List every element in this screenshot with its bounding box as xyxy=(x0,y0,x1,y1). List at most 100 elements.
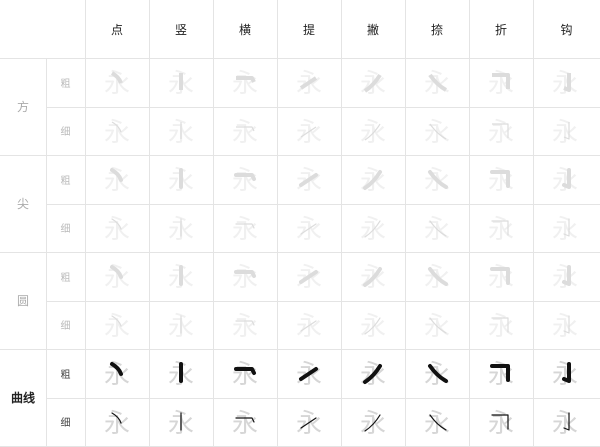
stroke-sample-cell[interactable]: 永 xyxy=(341,107,405,156)
stroke-sample: 永 xyxy=(488,69,514,99)
stroke-sample-cell[interactable]: 永 xyxy=(533,204,597,253)
stroke-sample: 永 xyxy=(232,360,258,390)
stroke-sample-cell[interactable]: 永 xyxy=(85,204,149,253)
stroke-sample-cell[interactable]: 永 xyxy=(149,301,213,350)
stroke-sample: 永 xyxy=(552,118,578,148)
stroke-sample-cell[interactable]: 永 xyxy=(213,349,277,398)
stroke-sample-cell[interactable]: 永 xyxy=(341,58,405,107)
stroke-sample-cell[interactable]: 永 xyxy=(469,349,533,398)
stroke-sample-cell[interactable]: 永 xyxy=(277,301,341,350)
stroke-sample: 永 xyxy=(424,69,450,99)
stroke-sample-cell[interactable]: 永 xyxy=(405,204,469,253)
stroke-sample-cell[interactable]: 永 xyxy=(469,301,533,350)
stroke-sample: 永 xyxy=(104,166,130,196)
stroke-sample-cell[interactable]: 永 xyxy=(85,398,149,447)
stroke-sample-cell[interactable]: 永 xyxy=(341,204,405,253)
stroke-sample-cell[interactable]: 永 xyxy=(341,349,405,398)
stroke-sample-cell[interactable]: 永 xyxy=(405,301,469,350)
stroke-sample-cell[interactable]: 永 xyxy=(277,58,341,107)
stroke-sample-cell[interactable]: 永 xyxy=(341,252,405,301)
stroke-sample-cell[interactable]: 永 xyxy=(85,107,149,156)
ghost-character: 永 xyxy=(232,118,258,148)
stroke-sample: 永 xyxy=(168,360,194,390)
stroke-sample-cell[interactable]: 永 xyxy=(533,58,597,107)
stroke-sample-cell[interactable]: 永 xyxy=(213,204,277,253)
stroke-sample-cell[interactable]: 永 xyxy=(213,107,277,156)
ghost-character: 永 xyxy=(232,166,258,196)
stroke-sample: 永 xyxy=(168,215,194,245)
stroke-sample-cell[interactable]: 永 xyxy=(213,301,277,350)
stroke-sample: 永 xyxy=(296,215,322,245)
column-header: 撇 xyxy=(366,22,379,37)
stroke-sample-cell[interactable]: 永 xyxy=(533,301,597,350)
stroke-sample: 永 xyxy=(488,166,514,196)
stroke-sample-cell[interactable]: 永 xyxy=(469,107,533,156)
stroke-sample-cell[interactable]: 永 xyxy=(85,155,149,204)
weight-label: 粗 xyxy=(60,272,71,284)
stroke-sample: 永 xyxy=(232,166,258,196)
stroke-sample: 永 xyxy=(488,360,514,390)
stroke-sample: 永 xyxy=(488,409,514,439)
stroke-sample-cell[interactable]: 永 xyxy=(149,349,213,398)
stroke-sample-cell[interactable]: 永 xyxy=(213,398,277,447)
stroke-sample-cell[interactable]: 永 xyxy=(213,252,277,301)
stroke-sample-cell[interactable]: 永 xyxy=(85,252,149,301)
ghost-character: 永 xyxy=(232,409,258,439)
stroke-sample-cell[interactable]: 永 xyxy=(405,252,469,301)
stroke-sample-cell[interactable]: 永 xyxy=(469,155,533,204)
stroke-sample: 永 xyxy=(360,118,386,148)
stroke-sample-cell[interactable]: 永 xyxy=(341,301,405,350)
stroke-sample-cell[interactable]: 永 xyxy=(469,58,533,107)
stroke-sample-cell[interactable]: 永 xyxy=(85,301,149,350)
stroke-sample-cell[interactable]: 永 xyxy=(277,349,341,398)
stroke-sample-cell[interactable]: 永 xyxy=(469,398,533,447)
stroke-sample-cell[interactable]: 永 xyxy=(149,155,213,204)
ghost-character: 永 xyxy=(232,312,258,342)
stroke-sample: 永 xyxy=(104,263,130,293)
ghost-character: 永 xyxy=(104,312,130,342)
stroke-sample-cell[interactable]: 永 xyxy=(469,204,533,253)
stroke-sample: 永 xyxy=(296,360,322,390)
ghost-character: 永 xyxy=(552,263,578,293)
stroke-sample: 永 xyxy=(488,263,514,293)
ghost-character: 永 xyxy=(296,312,322,342)
stroke-sample-cell[interactable]: 永 xyxy=(277,252,341,301)
stroke-sample-cell[interactable]: 永 xyxy=(341,155,405,204)
ghost-character: 永 xyxy=(104,215,130,245)
stroke-sample-cell[interactable]: 永 xyxy=(533,155,597,204)
stroke-sample-cell[interactable]: 永 xyxy=(149,107,213,156)
stroke-sample-cell[interactable]: 永 xyxy=(277,107,341,156)
stroke-sample-cell[interactable]: 永 xyxy=(213,58,277,107)
stroke-sample-cell[interactable]: 永 xyxy=(277,155,341,204)
stroke-sample-cell[interactable]: 永 xyxy=(533,252,597,301)
stroke-sample-cell[interactable]: 永 xyxy=(533,398,597,447)
stroke-sample: 永 xyxy=(232,69,258,99)
stroke-sample-cell[interactable]: 永 xyxy=(405,155,469,204)
stroke-sample-cell[interactable]: 永 xyxy=(149,58,213,107)
stroke-sample-cell[interactable]: 永 xyxy=(405,398,469,447)
stroke-sample: 永 xyxy=(104,312,130,342)
weight-label: 细 xyxy=(60,127,71,139)
stroke-sample: 永 xyxy=(168,312,194,342)
stroke-sample-cell[interactable]: 永 xyxy=(405,107,469,156)
stroke-sample-cell[interactable]: 永 xyxy=(533,107,597,156)
stroke-sample: 永 xyxy=(104,118,130,148)
stroke-sample-cell[interactable]: 永 xyxy=(405,58,469,107)
ghost-character: 永 xyxy=(488,215,514,245)
stroke-sample-cell[interactable]: 永 xyxy=(149,398,213,447)
stroke-sample-cell[interactable]: 永 xyxy=(277,398,341,447)
stroke-sample-cell[interactable]: 永 xyxy=(213,155,277,204)
column-header: 钩 xyxy=(560,22,573,37)
stroke-sample-cell[interactable]: 永 xyxy=(149,204,213,253)
stroke-sample-cell[interactable]: 永 xyxy=(405,349,469,398)
stroke-sample-cell[interactable]: 永 xyxy=(469,252,533,301)
stroke-sample-cell[interactable]: 永 xyxy=(85,349,149,398)
column-header: 点 xyxy=(110,22,123,37)
stroke-sample-cell[interactable]: 永 xyxy=(277,204,341,253)
stroke-sample-cell[interactable]: 永 xyxy=(533,349,597,398)
stroke-sample: 永 xyxy=(424,360,450,390)
stroke-sample-cell[interactable]: 永 xyxy=(149,252,213,301)
stroke-sample-cell[interactable]: 永 xyxy=(85,58,149,107)
ghost-character: 永 xyxy=(552,166,578,196)
stroke-sample-cell[interactable]: 永 xyxy=(341,398,405,447)
